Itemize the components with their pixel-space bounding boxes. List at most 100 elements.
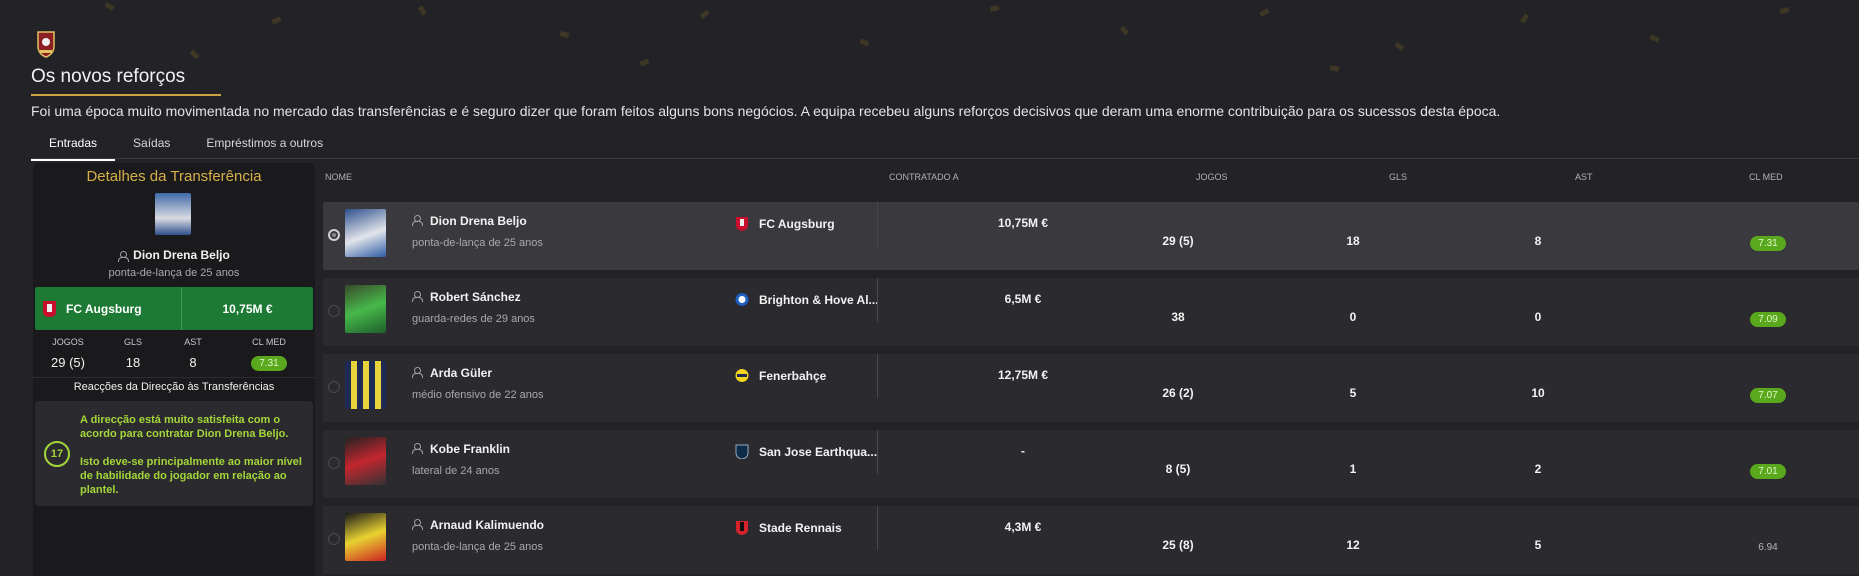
table-row[interactable]: Dion Drena Beljo ponta-de-lança de 25 an… <box>323 202 1859 270</box>
player-desc: lateral de 24 anos <box>412 465 500 477</box>
person-icon <box>412 443 423 454</box>
confetti-background <box>0 0 1859 120</box>
player-ast: 10 <box>1531 386 1545 400</box>
player-name[interactable]: Kobe Franklin <box>412 442 510 456</box>
tab-bar: Entradas Saídas Empréstimos a outros <box>31 133 341 161</box>
player-name[interactable]: Dion Drena Beljo <box>412 214 527 228</box>
player-club-name: Brighton & Hove Al... <box>759 292 879 307</box>
stat-rating: 7.31 <box>223 354 315 371</box>
player-apps: 25 (8) <box>1162 538 1194 552</box>
panel-divider <box>33 377 315 378</box>
player-name-text: Kobe Franklin <box>430 442 511 456</box>
player-apps: 29 (5) <box>1162 234 1194 248</box>
player-club-name: FC Augsburg <box>759 216 835 231</box>
player-name[interactable]: Arda Güler <box>412 366 492 380</box>
tab-saidas[interactable]: Saídas <box>115 133 188 161</box>
table-row[interactable]: Arda Güler médio ofensivo de 22 anos Fen… <box>323 354 1859 422</box>
table-row[interactable]: Kobe Franklin lateral de 24 anos San Jos… <box>323 430 1859 498</box>
tab-emprestimos[interactable]: Empréstimos a outros <box>188 133 341 161</box>
col-header-rating[interactable]: CL MED <box>1749 172 1783 182</box>
col-header-ast[interactable]: AST <box>1575 172 1593 182</box>
player-desc: médio ofensivo de 22 anos <box>412 389 544 401</box>
column-divider <box>877 506 878 550</box>
player-club[interactable]: Brighton & Hove Al... <box>735 292 890 307</box>
table-row[interactable]: Robert Sánchez guarda-redes de 29 anos B… <box>323 278 1859 346</box>
player-name[interactable]: Robert Sánchez <box>412 290 521 304</box>
player-rating: 7.09 <box>1743 309 1793 327</box>
player-name-text: Arnaud Kalimuendo <box>430 518 545 532</box>
row-radio[interactable] <box>328 229 340 241</box>
player-rating: 7.07 <box>1743 385 1793 403</box>
tab-entradas[interactable]: Entradas <box>31 133 116 161</box>
player-apps: 8 (5) <box>1165 462 1191 476</box>
player-apps: 38 <box>1171 310 1185 324</box>
column-divider <box>877 278 878 322</box>
reaction-box: 17 A direcção está muito satisfeita com … <box>35 401 313 506</box>
stat-label-ast: AST <box>184 337 202 347</box>
table-row[interactable]: Arnaud Kalimuendo ponta-de-lança de 25 a… <box>323 506 1859 574</box>
player-fee: 10,75M € <box>997 216 1049 230</box>
col-header-gls[interactable]: GLS <box>1389 172 1407 182</box>
player-ast: 0 <box>1534 310 1542 324</box>
player-apps: 26 (2) <box>1162 386 1194 400</box>
page-title: Os novos reforços <box>31 66 186 87</box>
transfer-detail-panel: Detalhes da Transferência Dion Drena Bel… <box>33 163 315 576</box>
club-fee-bar: FC Augsburg 10,75M € <box>35 287 313 330</box>
detail-club-name: FC Augsburg <box>66 301 142 316</box>
person-icon <box>412 291 423 302</box>
reaction-text: A direcção está muito satisfeita com o a… <box>80 413 308 497</box>
player-ast: 8 <box>1534 234 1542 248</box>
player-name-text: Arda Güler <box>430 366 493 380</box>
player-ast: 5 <box>1534 538 1542 552</box>
column-divider <box>877 430 878 474</box>
player-photo <box>345 285 386 333</box>
person-icon <box>118 251 130 263</box>
row-radio[interactable] <box>328 533 340 545</box>
player-club[interactable]: San Jose Earthqua... <box>735 444 890 459</box>
stat-apps: 29 (5) <box>51 355 85 370</box>
col-header-signed-for[interactable]: CONTRATADO A <box>889 172 959 182</box>
detail-player-desc: ponta-de-lança de 25 anos <box>108 267 240 279</box>
person-icon <box>412 215 423 226</box>
player-photo <box>345 209 386 257</box>
player-club[interactable]: Stade Rennais <box>735 520 890 535</box>
detail-stats-header: JOGOS GLS AST CL MED <box>33 337 315 347</box>
player-photo <box>345 437 386 485</box>
rating-badge: 7.01 <box>1750 464 1786 479</box>
row-radio[interactable] <box>328 305 340 317</box>
player-rating: 6.94 <box>1743 537 1793 555</box>
fenerbahce-crest-icon <box>735 369 749 382</box>
player-fee: 4,3M € <box>1004 520 1042 534</box>
reaction-line-2: Isto deve-se principalmente ao maior nív… <box>80 456 302 496</box>
detail-stats-values: 29 (5) 18 8 7.31 <box>33 354 315 371</box>
player-desc: ponta-de-lança de 25 anos <box>412 237 543 249</box>
player-fee: 6,5M € <box>1004 292 1042 306</box>
player-club[interactable]: Fenerbahçe <box>735 368 890 383</box>
player-gls: 0 <box>1349 310 1357 324</box>
reactions-title: Reacções da Direcção às Transferências <box>73 381 275 393</box>
person-icon <box>412 519 423 530</box>
player-fee: - <box>1021 444 1025 458</box>
intro-text: Foi uma época muito movimentada no merca… <box>31 103 1501 119</box>
player-club[interactable]: FC Augsburg <box>735 216 890 231</box>
player-fee: 12,75M € <box>997 368 1049 382</box>
detail-club[interactable]: FC Augsburg <box>35 287 182 330</box>
column-divider <box>877 202 878 246</box>
col-header-name[interactable]: NOME <box>325 172 352 182</box>
player-photo <box>155 193 191 235</box>
stat-label-apps: JOGOS <box>52 337 84 347</box>
player-desc: ponta-de-lança de 25 anos <box>412 541 543 553</box>
row-radio[interactable] <box>328 381 340 393</box>
col-header-apps[interactable]: JOGOS <box>1196 172 1228 182</box>
player-rating: 7.01 <box>1743 461 1793 479</box>
player-rating: 7.31 <box>1743 233 1793 251</box>
stat-gls: 18 <box>125 355 141 370</box>
reaction-score-badge: 17 <box>44 441 70 467</box>
player-name[interactable]: Arnaud Kalimuendo <box>412 518 544 532</box>
row-radio[interactable] <box>328 457 340 469</box>
brighton-crest-icon <box>735 293 749 306</box>
tabs-divider <box>31 158 1859 159</box>
detail-player-name[interactable]: Dion Drena Beljo <box>33 248 315 263</box>
player-gls: 1 <box>1349 462 1357 476</box>
augsburg-crest-icon <box>43 300 56 317</box>
